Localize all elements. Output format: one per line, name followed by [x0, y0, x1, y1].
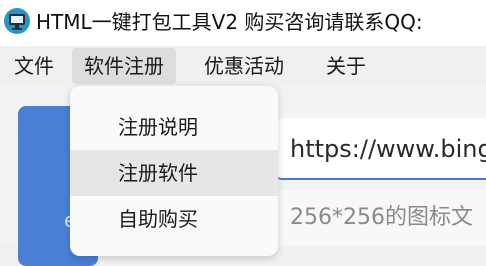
title-bar: HTML一键打包工具V2 购买咨询请联系QQ:: [0, 0, 486, 46]
url-input[interactable]: https://www.bing: [276, 118, 486, 180]
menu-software-registration[interactable]: 软件注册: [72, 48, 176, 84]
menu-bar: 文件 软件注册 优惠活动 关于: [0, 46, 486, 86]
registration-dropdown-menu: 注册说明 注册软件 自助购买: [70, 86, 278, 256]
menu-item-registration-info[interactable]: 注册说明: [70, 104, 278, 150]
menu-item-register-software[interactable]: 注册软件: [70, 150, 278, 196]
menu-promotions[interactable]: 优惠活动: [192, 48, 296, 84]
menu-file[interactable]: 文件: [2, 48, 66, 84]
window-title: HTML一键打包工具V2 购买咨询请联系QQ:: [36, 10, 423, 34]
monitor-icon: [4, 8, 30, 34]
menu-about[interactable]: 关于: [314, 48, 378, 84]
icon-path-input[interactable]: 256*256的图标文: [276, 190, 486, 246]
menu-item-self-purchase[interactable]: 自助购买: [70, 196, 278, 242]
